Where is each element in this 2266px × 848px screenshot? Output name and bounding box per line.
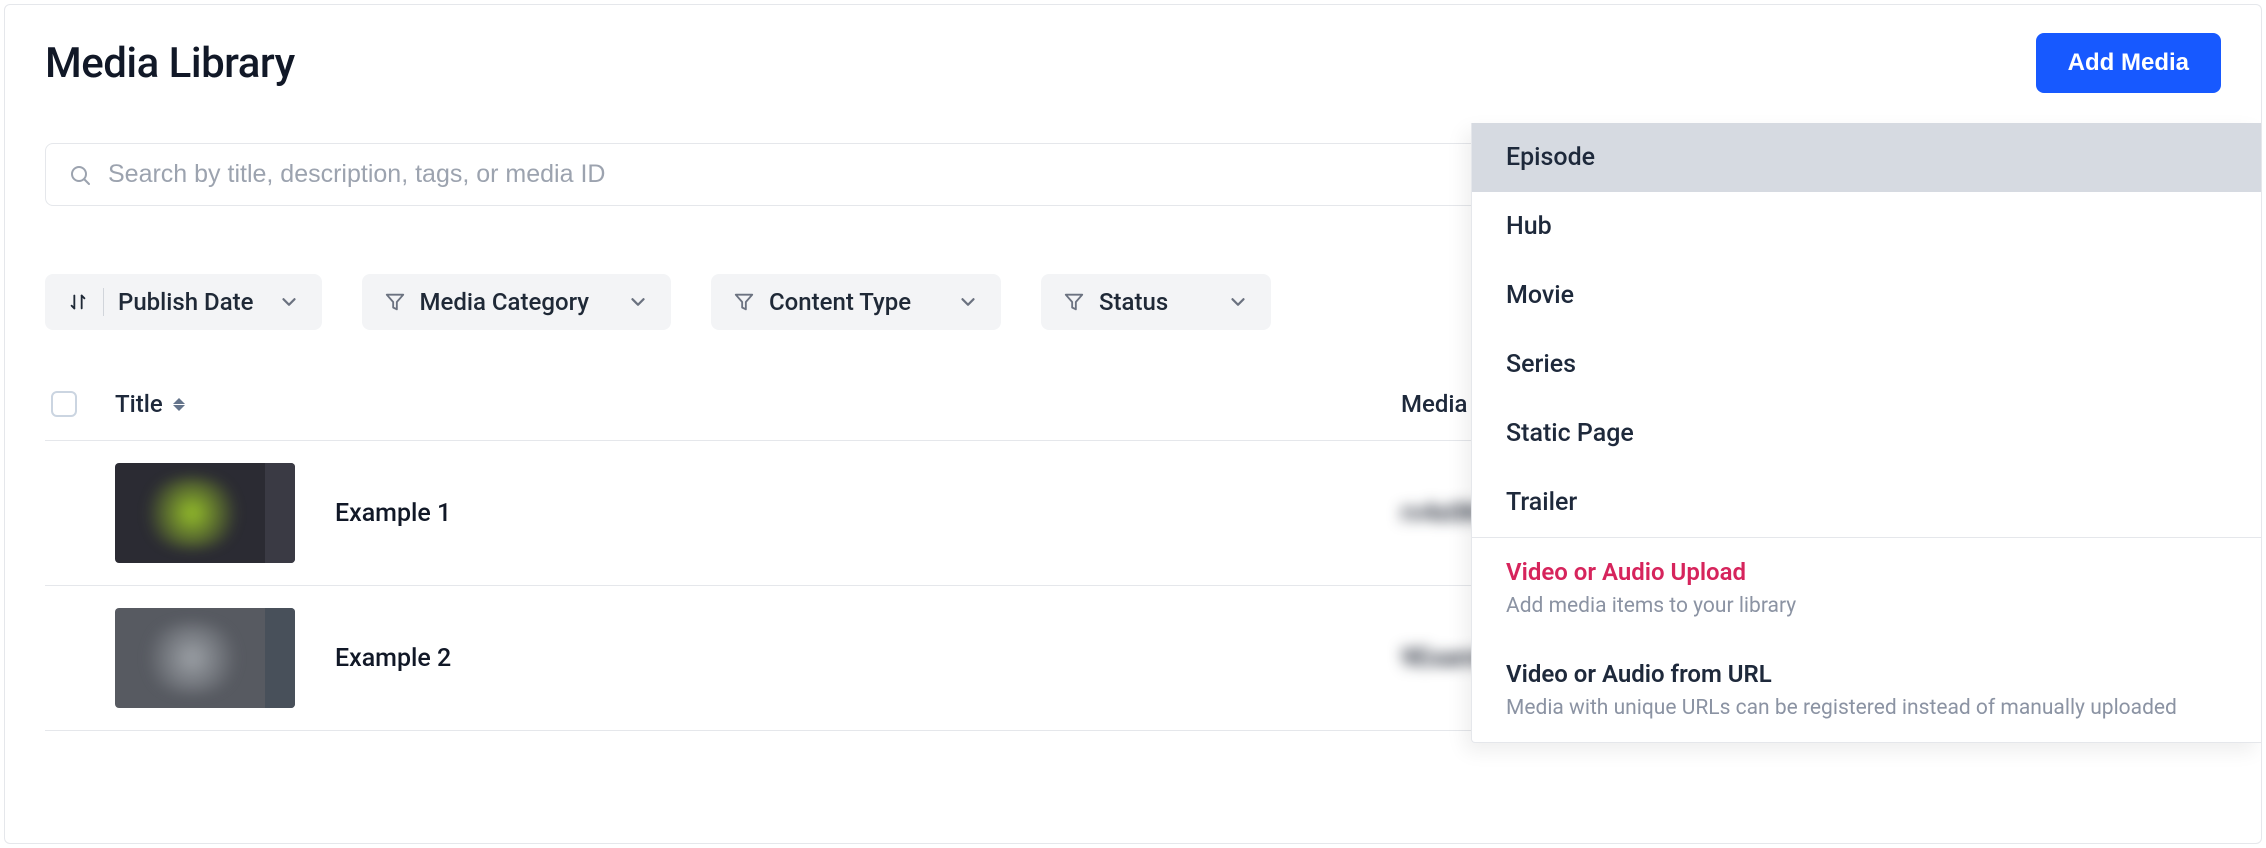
row-title: Example 2 [335,644,451,673]
dropdown-item-series[interactable]: Series [1472,330,2261,399]
filter-icon [733,291,755,313]
filter-status[interactable]: Status [1041,274,1271,330]
row-title-cell: Example 1 [115,463,1401,563]
dropdown-item-static-page[interactable]: Static Page [1472,399,2261,468]
add-media-dropdown: Episode Hub Movie Series Static Page Tra… [1471,123,2261,743]
dropdown-item-movie[interactable]: Movie [1472,261,2261,330]
dropdown-item-episode[interactable]: Episode [1472,123,2261,192]
add-media-button[interactable]: Add Media [2036,33,2221,93]
filter-content-type[interactable]: Content Type [711,274,1001,330]
page-frame: Media Library Add Media Publish Date [4,4,2262,844]
search-icon [68,163,92,187]
sort-icon [67,291,89,313]
pill-divider [103,288,104,316]
filter-media-category[interactable]: Media Category [362,274,672,330]
row-title: Example 1 [335,499,451,528]
select-all-cell [45,391,115,417]
page-title: Media Library [45,39,295,88]
sort-label: Publish Date [118,288,254,316]
thumbnail [115,608,295,708]
sort-indicator-icon [173,398,185,411]
dropdown-from-url-subtitle: Media with unique URLs can be registered… [1506,696,2227,720]
column-header-title[interactable]: Title [115,390,1401,418]
filter-icon [1063,291,1085,313]
chevron-down-icon [627,291,649,313]
filter-icon [384,291,406,313]
chevron-down-icon [278,291,300,313]
dropdown-upload[interactable]: Video or Audio Upload Add media items to… [1472,538,2261,640]
dropdown-upload-title: Video or Audio Upload [1506,558,2227,586]
filter-media-category-label: Media Category [420,288,590,316]
dropdown-upload-subtitle: Add media items to your library [1506,594,2227,618]
select-all-checkbox[interactable] [51,391,77,417]
sort-pill[interactable]: Publish Date [45,274,322,330]
column-header-title-label: Title [115,390,163,418]
dropdown-from-url-title: Video or Audio from URL [1506,660,2227,688]
chevron-down-icon [1227,291,1249,313]
thumbnail [115,463,295,563]
chevron-down-icon [957,291,979,313]
page-header: Media Library Add Media [5,5,2261,93]
row-title-cell: Example 2 [115,608,1401,708]
dropdown-from-url[interactable]: Video or Audio from URL Media with uniqu… [1472,640,2261,742]
filter-status-label: Status [1099,288,1168,316]
filter-content-type-label: Content Type [769,288,911,316]
dropdown-item-trailer[interactable]: Trailer [1472,468,2261,537]
dropdown-item-hub[interactable]: Hub [1472,192,2261,261]
